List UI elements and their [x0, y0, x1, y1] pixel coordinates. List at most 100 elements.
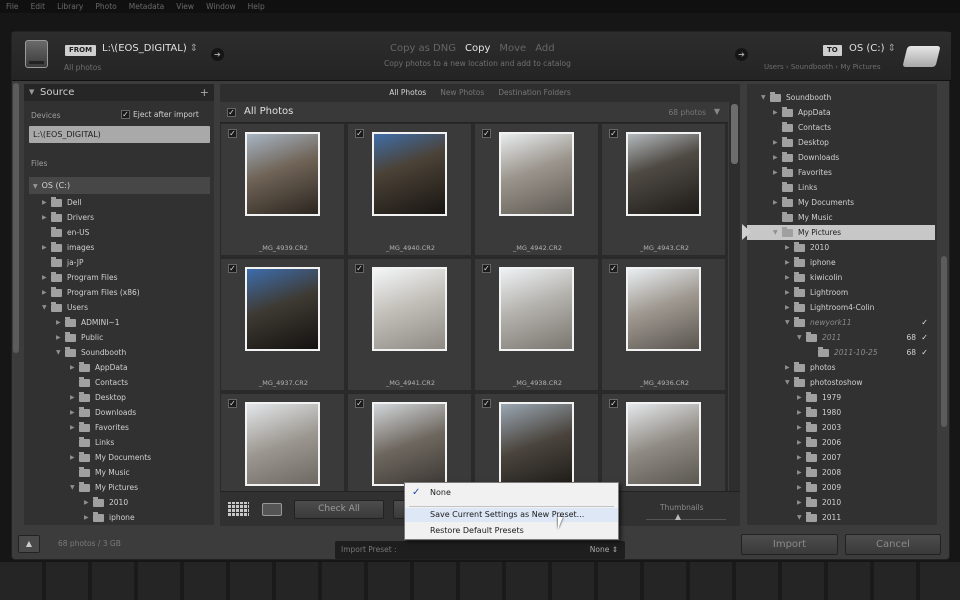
destination-folder-item[interactable]: ▶ kiwicolin [747, 270, 935, 285]
loupe-view-icon[interactable] [262, 503, 282, 516]
triangle-right-icon[interactable]: ▶ [84, 510, 93, 525]
hard-drive-icon[interactable] [902, 46, 941, 67]
destination-folder-item[interactable]: ▶ My Documents [747, 195, 935, 210]
triangle-down-icon[interactable]: ▼ [70, 480, 79, 495]
destination-folder-item[interactable]: ▶ 1979 [747, 390, 935, 405]
preset-menu-item-none[interactable]: ✓ None [405, 486, 618, 500]
mode-add[interactable]: Add [535, 43, 554, 54]
destination-folder-item[interactable]: ▼ My Pictures [747, 225, 935, 240]
photo-thumbnail[interactable] [245, 267, 320, 351]
destination-selector[interactable]: OS (C:) ⇕ [849, 43, 896, 54]
tab-new-photos[interactable]: New Photos [440, 84, 484, 102]
slider-knob[interactable] [675, 514, 681, 520]
triangle-down-icon[interactable]: ▼ [785, 315, 794, 330]
source-folder-item[interactable]: ▶ Program Files [42, 270, 118, 285]
arrow-right-icon[interactable]: ➔ [211, 48, 224, 61]
photo-thumbnail[interactable] [499, 132, 574, 216]
menu-photo[interactable]: Photo [95, 2, 116, 11]
source-folder-item[interactable]: ▶ 2010 [84, 495, 128, 510]
source-folder-item[interactable]: ▶ Desktop [70, 390, 126, 405]
photo-cell[interactable]: ✓ [220, 393, 345, 491]
destination-folder-item[interactable]: ▼ Soundbooth [747, 90, 935, 105]
triangle-right-icon[interactable]: ▶ [773, 105, 782, 120]
arrow-right-icon[interactable]: ➔ [735, 48, 748, 61]
source-folder-item[interactable]: ▶ Program Files (x86) [42, 285, 140, 300]
triangle-right-icon[interactable]: ▶ [797, 435, 806, 450]
import-button[interactable]: Import [741, 534, 838, 555]
source-folder-item[interactable]: ja-JP [42, 255, 84, 270]
destination-folder-item[interactable]: ▼ newyork11 ✓ [747, 315, 935, 330]
photo-checkbox[interactable]: ✓ [228, 399, 237, 408]
source-folder-item[interactable]: Links [70, 435, 114, 450]
triangle-down-icon[interactable]: ▼ [42, 300, 51, 315]
triangle-right-icon[interactable]: ▶ [797, 495, 806, 510]
source-panel-header[interactable]: ▼ Source + [24, 84, 214, 101]
photo-cell[interactable]: ✓ _MG_4940.CR2 [347, 123, 472, 256]
menu-edit[interactable]: Edit [31, 2, 46, 11]
destination-folder-item[interactable]: ▶ iphone [747, 255, 935, 270]
photo-thumbnail[interactable] [626, 267, 701, 351]
triangle-right-icon[interactable]: ▶ [797, 420, 806, 435]
preset-menu-item-save[interactable]: Save Current Settings as New Preset... [405, 508, 618, 522]
destination-folder-item[interactable]: ▶ Lightroom4-Colin [747, 300, 935, 315]
triangle-right-icon[interactable]: ▶ [785, 285, 794, 300]
eject-checkbox[interactable]: ✓ [121, 110, 130, 119]
triangle-right-icon[interactable]: ▶ [70, 360, 79, 375]
triangle-right-icon[interactable]: ▶ [56, 330, 65, 345]
drive-item[interactable]: ▼ OS (C:) [29, 177, 210, 194]
photo-thumbnail[interactable] [372, 132, 447, 216]
destination-folder-item[interactable]: ▼ 2011 68 ✓ [747, 330, 935, 345]
triangle-right-icon[interactable]: ▶ [785, 360, 794, 375]
photo-checkbox[interactable]: ✓ [482, 129, 491, 138]
import-preset-value[interactable]: None ⇕ [590, 545, 618, 554]
triangle-right-icon[interactable]: ▶ [42, 210, 51, 225]
photo-thumbnail[interactable] [499, 402, 574, 486]
source-folder-item[interactable]: ▼ Users [42, 300, 88, 315]
photo-cell[interactable]: ✓ [347, 393, 472, 491]
photo-thumbnail[interactable] [245, 402, 320, 486]
destination-folder-item[interactable]: Contacts [747, 120, 935, 135]
source-folder-item[interactable]: ▶ My Documents [70, 450, 151, 465]
destination-folder-item[interactable]: ▶ Lightroom [747, 285, 935, 300]
triangle-down-icon[interactable]: ▼ [761, 90, 770, 105]
photo-cell[interactable]: ✓ [474, 393, 599, 491]
source-folder-item[interactable]: ▶ Dell [42, 195, 82, 210]
triangle-right-icon[interactable]: ▶ [773, 165, 782, 180]
source-folder-item[interactable]: ▼ My Pictures [70, 480, 138, 495]
source-folder-item[interactable]: ▶ Favorites [70, 420, 129, 435]
triangle-right-icon[interactable]: ▶ [42, 195, 51, 210]
source-folder-item[interactable]: ▶ Public [56, 330, 103, 345]
triangle-right-icon[interactable]: ▶ [773, 135, 782, 150]
triangle-right-icon[interactable]: ▶ [773, 150, 782, 165]
collapse-up-icon[interactable]: ▲ [18, 535, 40, 553]
triangle-right-icon[interactable]: ▶ [785, 240, 794, 255]
triangle-right-icon[interactable]: ▶ [42, 240, 51, 255]
grid-view-icon[interactable] [228, 502, 249, 516]
photo-cell[interactable]: ✓ _MG_4941.CR2 [347, 258, 472, 391]
photo-cell[interactable]: ✓ _MG_4939.CR2 [220, 123, 345, 256]
photo-checkbox[interactable]: ✓ [355, 264, 364, 273]
menu-file[interactable]: File [6, 2, 19, 11]
triangle-right-icon[interactable]: ▶ [70, 420, 79, 435]
photo-thumbnail[interactable] [499, 267, 574, 351]
triangle-down-icon[interactable]: ▼ [773, 225, 782, 240]
photo-checkbox[interactable]: ✓ [482, 399, 491, 408]
source-scrollbar[interactable] [13, 83, 19, 353]
photo-thumbnail[interactable] [372, 267, 447, 351]
photo-thumbnail[interactable] [626, 132, 701, 216]
mode-move[interactable]: Move [499, 43, 526, 54]
menu-window[interactable]: Window [206, 2, 236, 11]
thumbnail-size-slider[interactable] [646, 519, 726, 520]
source-folder-item[interactable]: ▶ Downloads [70, 405, 136, 420]
sort-menu-icon[interactable]: ▼ [714, 107, 720, 116]
preset-menu-item-restore[interactable]: Restore Default Presets [405, 524, 618, 538]
destination-scrollbar[interactable] [941, 256, 947, 427]
destination-folder-item[interactable]: ▶ Desktop [747, 135, 935, 150]
photo-checkbox[interactable]: ✓ [609, 264, 618, 273]
plus-icon[interactable]: + [200, 84, 209, 101]
triangle-down-icon[interactable]: ▼ [797, 330, 806, 345]
triangle-right-icon[interactable]: ▶ [773, 195, 782, 210]
menu-library[interactable]: Library [57, 2, 83, 11]
source-folder-item[interactable]: Contacts [70, 375, 128, 390]
import-preset-bar[interactable]: Import Preset : None ⇕ [335, 541, 625, 559]
